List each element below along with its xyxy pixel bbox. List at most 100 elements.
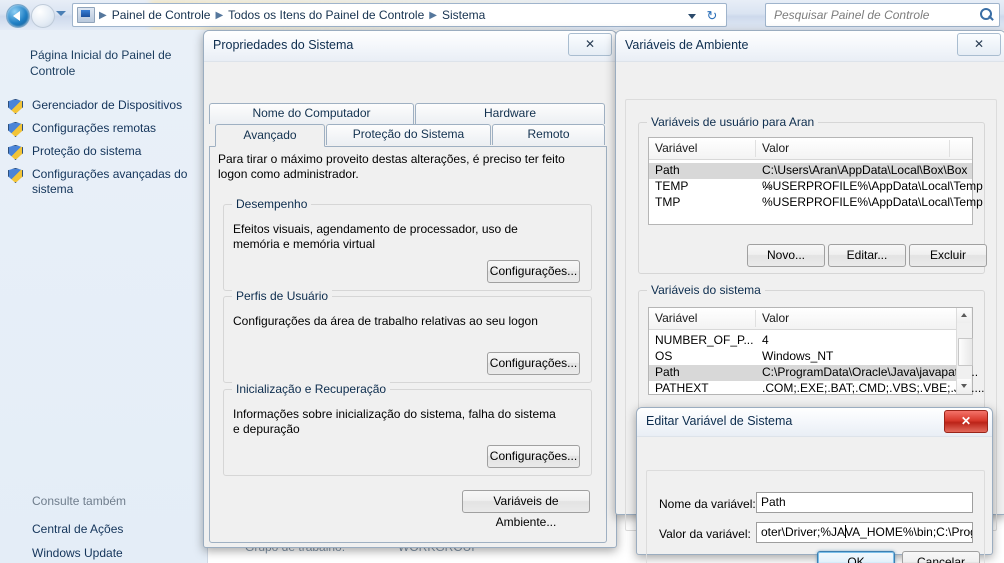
startup-recovery-settings-button[interactable]: Configurações...	[487, 445, 580, 468]
variable-value: %USERPROFILE%\AppData\Local\Temp	[762, 179, 983, 193]
system-properties-titlebar[interactable]: Propriedades do Sistema ✕	[204, 31, 616, 62]
breadcrumb-item-0[interactable]: Painel de Controle	[108, 6, 215, 24]
user-profiles-settings-button[interactable]: Configurações...	[487, 352, 580, 375]
user-variables-list-header: Variável Valor	[649, 138, 972, 160]
column-header-variable[interactable]: Variável	[655, 141, 697, 155]
system-variables-list[interactable]: Variável Valor NUMBER_OF_P... 4 OS Windo…	[648, 307, 985, 397]
tab-advanced[interactable]: Avançado	[215, 124, 325, 147]
edit-ok-button[interactable]: OK	[817, 551, 895, 563]
screen: ▶ Painel de Controle ▶ Todos os Itens do…	[0, 0, 1004, 563]
table-row[interactable]: Path C:\Users\Aran\AppData\Local\Box\Box…	[649, 163, 972, 191]
table-row[interactable]: PATHEXT .COM;.EXE;.BAT;.CMD;.VBS;.VBE;.J…	[649, 381, 985, 397]
variable-value-before-caret: oter\Driver;%JA	[761, 525, 846, 539]
scrollbar-thumb[interactable]	[958, 338, 973, 366]
variable-name: TEMP	[655, 179, 689, 193]
shield-icon	[8, 122, 23, 137]
performance-description: Efeitos visuais, agendamento de processa…	[233, 222, 518, 251]
environment-variables-title: Variáveis de Ambiente	[625, 38, 749, 52]
variable-name: OS	[655, 349, 673, 363]
startup-recovery-description: Informações sobre inicialização do siste…	[233, 407, 556, 436]
close-icon[interactable]: ✕	[568, 33, 612, 56]
variable-name-input[interactable]: Path	[756, 492, 973, 513]
shield-icon	[8, 168, 23, 183]
refresh-icon[interactable]: ↻	[702, 8, 722, 25]
scroll-up-icon[interactable]	[957, 308, 971, 323]
user-variables-group-title: Variáveis de usuário para Aran	[647, 115, 819, 129]
breadcrumb-separator-icon: ▶	[99, 9, 107, 21]
shield-icon	[8, 145, 23, 160]
variable-value: %USERPROFILE%\AppData\Local\Temp	[762, 195, 983, 209]
advanced-intro-text: Para tirar o máximo proveito destas alte…	[218, 152, 565, 181]
variable-name: NUMBER_OF_P...	[655, 333, 754, 347]
table-row[interactable]: TEMP %USERPROFILE%\AppData\Local\Temp	[649, 179, 983, 195]
table-row[interactable]: OS Windows_NT	[649, 349, 972, 365]
variable-value-label: Valor da variável:	[659, 527, 751, 541]
see-also-header: Consulte também	[32, 494, 127, 508]
edit-system-variable-titlebar[interactable]: Editar Variável de Sistema ✕	[637, 408, 992, 437]
sidebar-item-remote-settings[interactable]: Configurações remotas	[8, 121, 204, 141]
column-header-variable[interactable]: Variável	[655, 311, 697, 325]
tab-system-protection[interactable]: Proteção do Sistema	[326, 124, 491, 145]
variable-name: TMP	[655, 195, 681, 209]
table-row[interactable]: Path C:\ProgramData\Oracle\Java\javapath…	[649, 365, 978, 381]
forward-button[interactable]	[31, 4, 55, 28]
explorer-toolbar: ▶ Painel de Controle ▶ Todos os Itens do…	[0, 0, 1004, 31]
breadcrumb-item-2[interactable]: Sistema	[438, 6, 489, 24]
sidebar-item-device-manager[interactable]: Gerenciador de Dispositivos	[8, 98, 204, 118]
breadcrumb-item-1[interactable]: Todos os Itens do Painel de Controle	[224, 6, 428, 24]
back-button[interactable]	[6, 4, 30, 28]
breadcrumb-separator-icon: ▶	[429, 9, 437, 21]
close-icon[interactable]: ✕	[957, 33, 1001, 56]
sidebar-item-label: Proteção do sistema	[32, 144, 142, 158]
sidebar-item-action-center[interactable]: Central de Ações	[32, 522, 123, 536]
user-profiles-group-title: Perfis de Usuário	[232, 289, 333, 303]
user-new-button[interactable]: Novo...	[747, 244, 825, 267]
scroll-down-icon[interactable]	[957, 379, 971, 394]
computer-icon	[77, 7, 95, 23]
edit-system-variable-dialog: Editar Variável de Sistema ✕ Nome da var…	[636, 407, 993, 563]
search-input[interactable]: Pesquisar Painel de Controle	[765, 3, 1000, 27]
sidebar-item-label: Gerenciador de Dispositivos	[32, 98, 183, 112]
sidebar-item-label: Configurações avançadas do sistema	[32, 167, 188, 196]
system-properties-dialog: Propriedades do Sistema ✕ Nome do Comput…	[203, 30, 617, 548]
variable-name: Path	[655, 365, 680, 379]
edit-inner-panel	[646, 470, 985, 563]
address-bar[interactable]: ▶ Painel de Controle ▶ Todos os Itens do…	[72, 3, 727, 27]
user-delete-button[interactable]: Excluir	[909, 244, 987, 267]
performance-settings-button[interactable]: Configurações...	[487, 260, 580, 283]
environment-variables-titlebar[interactable]: Variáveis de Ambiente ✕	[616, 31, 1004, 62]
sidebar-item-advanced-system-settings[interactable]: Configurações avançadas do sistema	[8, 167, 204, 201]
variable-value: C:\ProgramData\Oracle\Java\javapath;...	[762, 365, 979, 379]
sidebar-item-control-panel-home[interactable]: Página Inicial do Painel de Controle	[30, 47, 195, 79]
variable-value: Windows_NT	[762, 349, 834, 363]
recent-locations-chevron-icon[interactable]	[56, 11, 66, 16]
startup-recovery-group-title: Inicialização e Recuperação	[232, 382, 391, 396]
table-row[interactable]: TMP %USERPROFILE%\AppData\Local\Temp	[649, 195, 983, 211]
variable-name: PATHEXT	[655, 381, 709, 395]
tab-remote[interactable]: Remoto	[492, 124, 605, 145]
tab-computer-name[interactable]: Nome do Computador	[209, 103, 414, 124]
close-icon[interactable]: ✕	[944, 410, 988, 433]
column-header-value[interactable]: Valor	[762, 311, 789, 325]
environment-variables-button[interactable]: Variáveis de Ambiente...	[462, 490, 590, 529]
sidebar-item-system-protection[interactable]: Proteção do sistema	[8, 144, 204, 164]
address-dropdown-icon[interactable]	[688, 14, 696, 19]
tab-hardware[interactable]: Hardware	[415, 103, 605, 124]
variable-value-input[interactable]: oter\Driver;%JAVA_HOME%\bin;C:\Prograr	[756, 522, 973, 543]
variable-value: 4	[762, 333, 769, 347]
breadcrumb-separator-icon: ▶	[215, 9, 224, 21]
system-variables-scrollbar[interactable]	[956, 308, 973, 394]
table-row[interactable]: NUMBER_OF_P... 4	[649, 333, 972, 349]
search-placeholder: Pesquisar Painel de Controle	[774, 8, 930, 22]
search-icon	[980, 8, 994, 22]
variable-name-label: Nome da variável:	[659, 497, 756, 511]
user-variables-list[interactable]: Variável Valor Path C:\Users\Aran\AppDat…	[648, 137, 983, 225]
sidebar-item-windows-update[interactable]: Windows Update	[32, 546, 123, 560]
edit-cancel-button[interactable]: Cancelar	[902, 551, 980, 563]
sidebar-item-label: Configurações remotas	[32, 121, 157, 135]
sidebar: Página Inicial do Painel de Controle Ger…	[0, 30, 208, 563]
system-variables-list-header: Variável Valor	[649, 308, 972, 330]
user-edit-button[interactable]: Editar...	[828, 244, 906, 267]
edit-system-variable-title: Editar Variável de Sistema	[646, 414, 793, 428]
column-header-value[interactable]: Valor	[762, 141, 789, 155]
